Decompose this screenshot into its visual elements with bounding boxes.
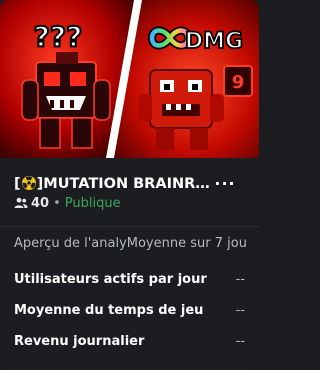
thumbnail-question-text: ??? bbox=[34, 20, 83, 53]
stat-row-avg-playtime: Moyenne du temps de jeu -- bbox=[14, 301, 245, 319]
stat-value: -- bbox=[235, 271, 245, 287]
game-meta: 40 • Publique bbox=[14, 194, 121, 212]
game-card[interactable]: ??? 9 DMG []MUTATION BRAINRO... ··· 40 … bbox=[0, 0, 259, 370]
stat-row-daily-active-users: Utilisateurs actifs par jour -- bbox=[14, 270, 245, 288]
thumbnail-number: 9 bbox=[232, 72, 245, 93]
thumbnail-dmg-text: DMG bbox=[185, 29, 243, 54]
users-icon bbox=[14, 197, 28, 208]
meta-separator: • bbox=[53, 195, 61, 211]
stat-label: Revenu journalier bbox=[14, 333, 145, 349]
more-options-button[interactable]: ··· bbox=[214, 172, 236, 194]
radioactive-icon bbox=[21, 176, 36, 190]
thumbnail-artwork: ??? 9 DMG bbox=[0, 0, 259, 158]
stat-label: Moyenne du temps de jeu bbox=[14, 302, 204, 318]
divider bbox=[0, 226, 259, 227]
title-main: ]MUTATION BRAINRO... bbox=[36, 176, 214, 192]
title-prefix: [ bbox=[14, 176, 21, 192]
stat-value: -- bbox=[235, 302, 245, 318]
analytics-header: Aperçu de l'analyMoyenne sur 7 jou bbox=[14, 236, 247, 251]
stat-value: -- bbox=[235, 333, 245, 349]
game-title-row: [ ]MUTATION BRAINRO... ··· bbox=[14, 172, 246, 196]
player-count: 40 bbox=[31, 195, 50, 211]
game-title[interactable]: [ ]MUTATION BRAINRO... bbox=[14, 176, 214, 192]
visibility-status: Publique bbox=[64, 195, 121, 211]
stat-label: Utilisateurs actifs par jour bbox=[14, 271, 207, 287]
game-thumbnail[interactable]: ??? 9 DMG bbox=[0, 0, 259, 158]
stat-row-daily-revenue: Revenu journalier -- bbox=[14, 332, 245, 350]
